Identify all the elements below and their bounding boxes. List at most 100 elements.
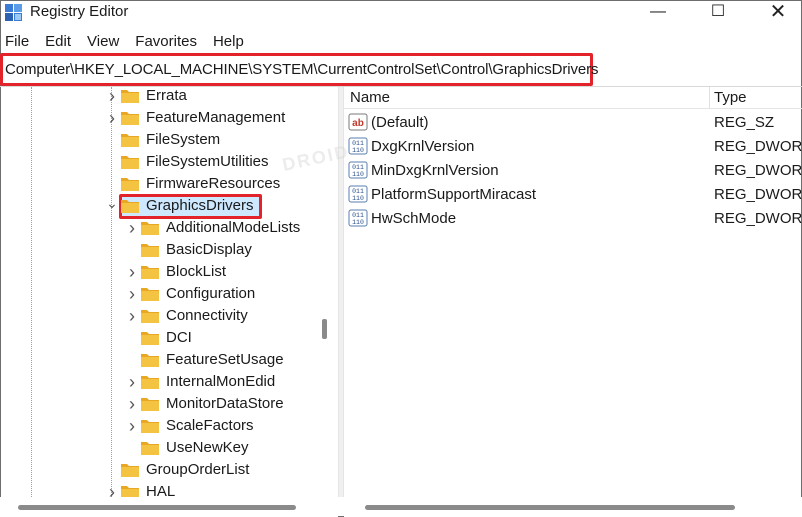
tree-node-label: Errata (146, 87, 187, 104)
tree-node-grouporderlist[interactable]: GroupOrderList (104, 459, 249, 481)
tree-node-monitordatastore[interactable]: › MonitorDataStore (124, 393, 284, 415)
folder-icon (121, 486, 139, 497)
folder-icon (121, 200, 139, 213)
value-name: DxgKrnlVersion (371, 138, 475, 155)
value-row[interactable]: 011110HwSchMode REG_DWORD (344, 206, 802, 230)
binary-value-icon: 011110 (348, 137, 368, 155)
expand-chevron-icon[interactable]: › (104, 481, 120, 498)
svg-text:ab: ab (352, 118, 364, 129)
column-header-type[interactable]: Type (714, 89, 747, 106)
folder-icon (141, 222, 159, 235)
binary-value-icon: 011110 (348, 185, 368, 203)
registry-tree[interactable]: › Errata › FeatureManagement FileSystem FileS… (0, 87, 338, 497)
title-bar: Registry Editor — ☐ ✕ (0, 0, 802, 30)
tree-node-filesystemutilities[interactable]: FileSystemUtilities (104, 151, 269, 173)
tree-node-label: FeatureManagement (146, 109, 286, 126)
tree-node-internalmonedid[interactable]: › InternalMonEdid (124, 371, 275, 393)
list-hscroll-thumb[interactable] (365, 505, 735, 510)
menu-favorites[interactable]: Favorites (129, 33, 203, 53)
tree-node-configuration[interactable]: › Configuration (124, 283, 255, 305)
expand-chevron-icon[interactable]: › (124, 217, 140, 239)
tree-node-label: Connectivity (166, 307, 248, 324)
folder-icon (141, 420, 159, 433)
close-button[interactable]: ✕ (749, 0, 802, 26)
tree-node-usenewkey[interactable]: UseNewKey (124, 437, 249, 459)
value-row[interactable]: ab (Default) REG_SZ (344, 110, 802, 134)
tree-node-label: DCI (166, 329, 192, 346)
tree-node-dci[interactable]: DCI (124, 327, 192, 349)
expand-chevron-icon[interactable]: › (124, 283, 140, 305)
menu-help[interactable]: Help (207, 33, 250, 53)
folder-icon (141, 376, 159, 389)
tree-node-graphicsdrivers[interactable]: ⌄ GraphicsDrivers (104, 192, 254, 217)
value-name: HwSchMode (371, 210, 457, 227)
address-path[interactable]: Computer\HKEY_LOCAL_MACHINE\SYSTEM\Curre… (5, 61, 599, 79)
no-expander (104, 459, 120, 481)
tree-node-hal[interactable]: › HAL (104, 481, 175, 497)
svg-text:110: 110 (352, 195, 364, 202)
tree-node-label: FirmwareResources (146, 175, 281, 192)
expand-chevron-icon[interactable]: › (104, 107, 120, 129)
tree-node-scalefactors[interactable]: › ScaleFactors (124, 415, 254, 437)
tree-node-additionalmodelists[interactable]: › AdditionalModeLists (124, 217, 300, 239)
tree-node-label: UseNewKey (166, 439, 249, 456)
list-horizontal-scrollbar[interactable] (344, 497, 802, 517)
tree-node-blocklist[interactable]: › BlockList (124, 261, 226, 283)
maximize-button[interactable]: ☐ (689, 0, 747, 26)
value-row[interactable]: 011110PlatformSupportMiracastREG_DWORD (344, 182, 802, 206)
tree-node-label: FileSystem (146, 131, 221, 148)
tree-node-featuresetusage[interactable]: FeatureSetUsage (124, 349, 284, 371)
value-type: REG_DWORD (714, 210, 802, 227)
folder-icon (121, 464, 139, 477)
expand-chevron-icon[interactable]: › (124, 305, 140, 327)
no-expander (124, 327, 140, 349)
menu-file[interactable]: File (0, 33, 35, 53)
value-type: REG_DWORD (714, 138, 802, 155)
value-row[interactable]: 011110MinDxgKrnlVersionREG_DWORD (344, 158, 802, 182)
menu-view[interactable]: View (81, 33, 125, 53)
tree-vertical-scrollbar[interactable] (316, 87, 334, 497)
tree-node-label: HAL (146, 483, 176, 497)
tree-scroll-thumb[interactable] (322, 319, 327, 339)
value-name: MinDxgKrnlVersion (371, 162, 499, 179)
expand-chevron-icon[interactable]: › (104, 87, 120, 107)
folder-icon (141, 398, 159, 411)
column-divider[interactable] (709, 87, 710, 109)
collapse-chevron-icon[interactable]: ⌄ (104, 192, 120, 214)
tree-node-filesystem[interactable]: FileSystem (104, 129, 220, 151)
expand-chevron-icon[interactable]: › (124, 371, 140, 393)
svg-text:011: 011 (352, 188, 364, 195)
no-expander (104, 129, 120, 151)
tree-horizontal-scrollbar[interactable] (0, 497, 338, 517)
folder-icon (141, 288, 159, 301)
minimize-button[interactable]: — (629, 0, 687, 26)
no-expander (124, 437, 140, 459)
tree-node-featuremanagement[interactable]: › FeatureManagement (104, 107, 285, 129)
list-header: Name Type (344, 87, 802, 109)
tree-node-label: MonitorDataStore (166, 395, 284, 412)
tree-node-firmwareresources[interactable]: FirmwareResources (104, 173, 280, 195)
folder-icon (121, 156, 139, 169)
expand-chevron-icon[interactable]: › (124, 415, 140, 437)
binary-value-icon: 011110 (348, 209, 368, 227)
tree-node-label: GraphicsDrivers (146, 197, 254, 214)
window-title: Registry Editor (30, 3, 129, 20)
value-type: REG_SZ (714, 114, 775, 131)
tree-node-label: Configuration (166, 285, 256, 302)
menu-edit[interactable]: Edit (39, 33, 77, 53)
no-expander (124, 349, 140, 371)
tree-node-connectivity[interactable]: › Connectivity (124, 305, 248, 327)
tree-node-errata[interactable]: › Errata (104, 87, 187, 107)
tree-node-basicdisplay[interactable]: BasicDisplay (124, 239, 252, 261)
folder-icon (141, 354, 159, 367)
value-row[interactable]: 011110DxgKrnlVersion REG_DWORD (344, 134, 802, 158)
expand-chevron-icon[interactable]: › (124, 261, 140, 283)
value-name: PlatformSupportMiracast (371, 186, 537, 203)
column-header-name[interactable]: Name (350, 89, 390, 106)
address-bar[interactable]: Computer\HKEY_LOCAL_MACHINE\SYSTEM\Curre… (0, 53, 599, 86)
tree-node-label: FeatureSetUsage (166, 351, 284, 368)
tree-node-label: AdditionalModeLists (166, 219, 301, 236)
tree-hscroll-thumb[interactable] (18, 505, 296, 510)
expand-chevron-icon[interactable]: › (124, 393, 140, 415)
svg-text:110: 110 (352, 219, 364, 226)
